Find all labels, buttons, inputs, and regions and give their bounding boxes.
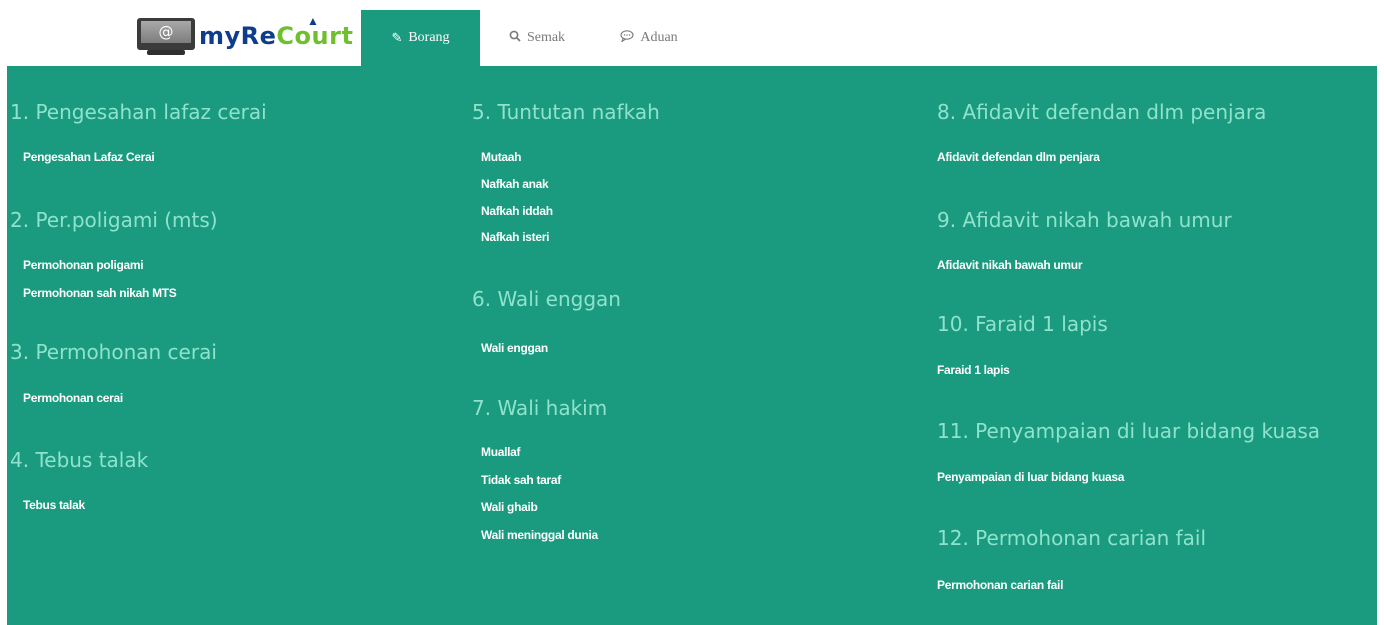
form-link[interactable]: Permohonan sah nikah MTS [23, 286, 177, 300]
form-link[interactable]: Afidavit nikah bawah umur [937, 258, 1083, 272]
section-title: 1. Pengesahan lafaz cerai [10, 100, 267, 124]
tab-borang-label: Borang [408, 30, 450, 45]
monitor-icon: @ [137, 18, 195, 50]
section-title: 3. Permohonan cerai [10, 340, 217, 364]
search-icon [509, 30, 521, 46]
tab-semak-label: Semak [526, 30, 566, 45]
graduation-cap-icon: ▲ [307, 14, 319, 28]
form-link[interactable]: Wali ghaib [481, 500, 538, 514]
form-link[interactable]: Muallaf [481, 445, 521, 459]
myrecourt-logo[interactable]: @ myReCourt ▲ [137, 14, 367, 58]
form-link[interactable]: Mutaah [481, 150, 522, 164]
tab-borang[interactable]: ✎ Borang [361, 10, 480, 66]
pencil-icon: ✎ [391, 30, 403, 45]
form-link[interactable]: Nafkah anak [481, 177, 549, 191]
section-title: 10. Faraid 1 lapis [937, 312, 1108, 336]
main-tabs: ✎ Borang Semak Aduan [361, 10, 704, 66]
section-title: 5. Tuntutan nafkah [472, 100, 660, 124]
section-title: 7. Wali hakim [472, 396, 608, 420]
form-link[interactable]: Tebus talak [23, 498, 85, 512]
brand-part1: myRe [199, 22, 277, 50]
section-title: 8. Afidavit defendan dlm penjara [937, 100, 1267, 124]
tab-aduan[interactable]: Aduan [594, 10, 704, 66]
section-title: 2. Per.poligami (mts) [10, 208, 218, 232]
form-link[interactable]: Afidavit defendan dlm penjara [937, 150, 1100, 164]
speech-bubble-icon [620, 30, 634, 46]
form-link[interactable]: Wali meninggal dunia [481, 528, 598, 542]
form-link[interactable]: Nafkah isteri [481, 230, 549, 244]
monitor-stand [147, 50, 185, 55]
section-title: 11. Penyampaian di luar bidang kuasa [937, 419, 1321, 443]
tab-semak[interactable]: Semak [480, 10, 594, 66]
form-link[interactable]: Permohonan carian fail [937, 578, 1063, 592]
form-link[interactable]: Pengesahan Lafaz Cerai [23, 150, 155, 164]
monitor-screen: @ [141, 21, 191, 43]
form-link[interactable]: Penyampaian di luar bidang kuasa [937, 470, 1124, 484]
top-navbar: @ myReCourt ▲ ✎ Borang Semak Aduan [0, 0, 1384, 66]
borang-panel: 1. Pengesahan lafaz cerai Pengesahan Laf… [7, 66, 1377, 625]
brand-name: myReCourt [199, 20, 353, 52]
section-title: 4. Tebus talak [10, 448, 149, 472]
section-title: 9. Afidavit nikah bawah umur [937, 208, 1232, 232]
form-link[interactable]: Permohonan cerai [23, 391, 123, 405]
form-link[interactable]: Nafkah iddah [481, 204, 553, 218]
section-title: 6. Wali enggan [472, 287, 621, 311]
form-link[interactable]: Wali enggan [481, 341, 548, 355]
tab-aduan-label: Aduan [640, 30, 678, 45]
form-link[interactable]: Faraid 1 lapis [937, 363, 1010, 377]
form-link[interactable]: Tidak sah taraf [481, 473, 561, 487]
form-link[interactable]: Permohonan poligami [23, 258, 144, 272]
section-title: 12. Permohonan carian fail [937, 526, 1207, 550]
